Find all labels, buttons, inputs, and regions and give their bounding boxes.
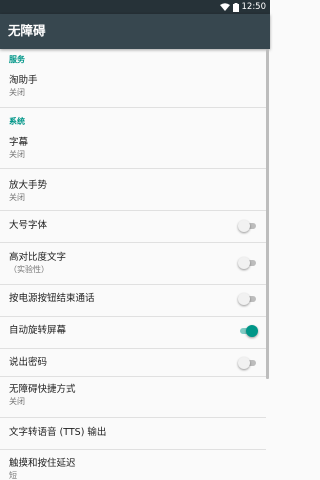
switch-thumb bbox=[238, 220, 250, 232]
settings-list[interactable]: 服务 淘助手 关闭 系统 字幕 关闭 放大手势 关闭 大号字体 高对比度文字 （… bbox=[0, 49, 266, 480]
setting-summary: 关闭 bbox=[9, 88, 25, 97]
app-bar: 无障碍 bbox=[0, 14, 270, 49]
setting-title: 淘助手 bbox=[9, 75, 38, 86]
setting-title: 字幕 bbox=[9, 137, 29, 148]
setting-title: 放大手势 bbox=[9, 180, 48, 191]
setting-title: 大号字体 bbox=[9, 220, 48, 231]
switch-thumb bbox=[238, 293, 250, 305]
setting-large-text[interactable]: 大号字体 bbox=[0, 211, 266, 242]
setting-taozhushou[interactable]: 淘助手 关闭 bbox=[0, 65, 266, 101]
setting-shortcut[interactable]: 无障碍快捷方式 关闭 bbox=[0, 377, 266, 417]
category-services: 服务 bbox=[9, 55, 25, 64]
scrollbar-thumb[interactable] bbox=[266, 49, 269, 379]
high-contrast-switch[interactable] bbox=[238, 257, 258, 269]
setting-title: 说出密码 bbox=[9, 357, 48, 368]
setting-power-ends-call[interactable]: 按电源按钮结束通话 bbox=[0, 285, 266, 316]
setting-title: 高对比度文字 bbox=[9, 252, 67, 263]
setting-tts-output[interactable]: 文字转语音 (TTS) 输出 bbox=[0, 418, 266, 449]
setting-title: 无障碍快捷方式 bbox=[9, 384, 76, 395]
category-system: 系统 bbox=[9, 117, 25, 126]
speak-passwords-switch[interactable] bbox=[238, 357, 258, 369]
scrollbar[interactable] bbox=[266, 49, 270, 480]
switch-thumb bbox=[238, 257, 250, 269]
setting-title: 触摸和按住延迟 bbox=[9, 458, 76, 469]
setting-captions[interactable]: 字幕 关闭 bbox=[0, 127, 266, 163]
large-text-switch[interactable] bbox=[238, 220, 258, 232]
switch-thumb bbox=[238, 357, 250, 369]
setting-summary: 关闭 bbox=[9, 150, 25, 159]
auto-rotate-switch[interactable] bbox=[238, 325, 258, 337]
setting-summary: 短 bbox=[9, 471, 17, 480]
setting-summary: 关闭 bbox=[9, 397, 25, 406]
battery-icon bbox=[232, 2, 239, 12]
setting-title: 文字转语音 (TTS) 输出 bbox=[9, 427, 107, 438]
setting-title: 自动旋转屏幕 bbox=[9, 325, 67, 336]
setting-magnification[interactable]: 放大手势 关闭 bbox=[0, 169, 266, 209]
status-bar: 12:50 bbox=[0, 0, 270, 14]
setting-title: 按电源按钮结束通话 bbox=[9, 293, 95, 304]
power-ends-call-switch[interactable] bbox=[238, 293, 258, 305]
divider bbox=[0, 107, 266, 108]
switch-thumb bbox=[246, 325, 258, 337]
setting-auto-rotate[interactable]: 自动旋转屏幕 bbox=[0, 317, 266, 348]
setting-touch-hold-delay[interactable]: 触摸和按住延迟 短 bbox=[0, 450, 266, 480]
setting-summary: （实验性） bbox=[9, 265, 49, 274]
page-title: 无障碍 bbox=[8, 23, 46, 38]
wifi-icon bbox=[219, 3, 230, 11]
setting-summary: 关闭 bbox=[9, 193, 25, 202]
status-icons: 12:50 bbox=[219, 0, 267, 14]
setting-high-contrast[interactable]: 高对比度文字 （实验性） bbox=[0, 243, 266, 284]
status-time: 12:50 bbox=[241, 2, 267, 12]
